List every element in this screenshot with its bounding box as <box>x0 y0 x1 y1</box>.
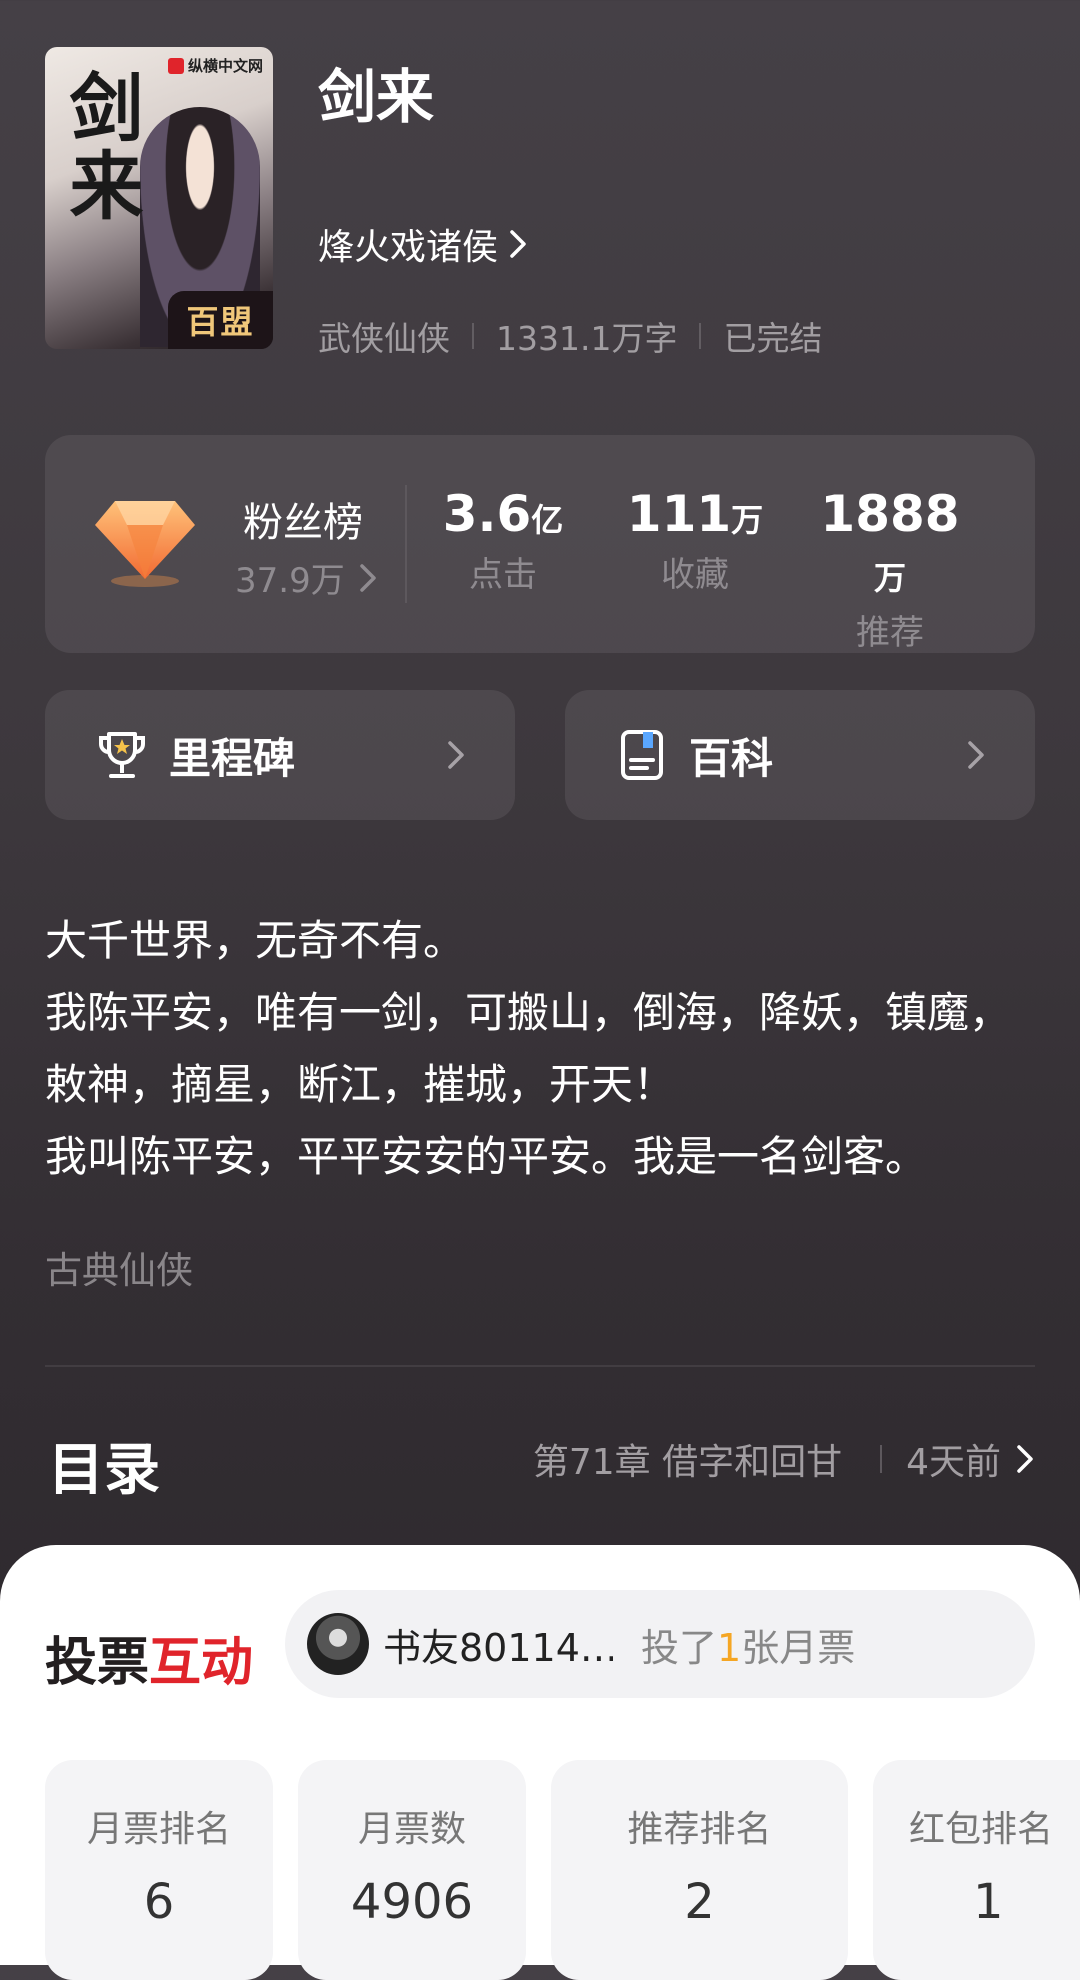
catalog-title[interactable]: 目录 <box>48 1425 160 1506</box>
stat-clicks: 3.6亿 点击 <box>418 485 588 596</box>
book-intro[interactable]: 大千世界，无奇不有。 我陈平安，唯有一剑，可搬山，倒海，降妖，镇魔，敕神，摘星，… <box>45 905 1035 1193</box>
chevron-right-icon <box>1017 1445 1033 1473</box>
brand-logo-icon <box>167 57 184 74</box>
intro-line: 我叫陈平安，平平安安的平安。我是一名剑客。 <box>45 1132 928 1181</box>
author-name: 烽火戏诸侯 <box>318 227 499 268</box>
chevron-right-icon <box>359 563 376 592</box>
chevron-right-icon <box>448 741 464 769</box>
trophy-icon <box>99 732 145 778</box>
divider <box>405 485 407 603</box>
book-meta: 武侠仙侠 1331.1万字 已完结 <box>318 312 822 360</box>
fans-rank-label[interactable]: 粉丝榜 <box>243 490 363 548</box>
author-link[interactable]: 烽火戏诸侯 <box>318 218 528 270</box>
chevron-right-icon <box>510 230 526 258</box>
stats-card: 粉丝榜 37.9万 3.6亿 点击 111万 收藏 1888万 推荐 <box>45 435 1035 653</box>
chevron-right-icon <box>968 741 984 769</box>
rank-card-recommend-rank[interactable]: 推荐排名 2 <box>551 1760 848 1980</box>
stat-label: 点击 <box>469 555 537 595</box>
rank-card-monthly-rank[interactable]: 月票排名 6 <box>45 1760 273 1980</box>
divider <box>472 323 474 349</box>
ticker-action: 投了1张月票 <box>641 1625 856 1670</box>
milestone-label: 里程碑 <box>169 733 296 783</box>
vote-sheet: 投票互动 书友80114… 投了1张月票 月票排名 6 月票数 4906 推荐排… <box>0 1545 1080 1980</box>
milestone-button[interactable]: 里程碑 <box>45 690 515 820</box>
latest-chapter: 第71章 借字和回甘 <box>532 1442 843 1483</box>
cover-brand: 纵横中文网 <box>167 55 263 76</box>
update-time: 4天前 <box>906 1442 1001 1483</box>
genre-tag[interactable]: 古典仙侠 <box>45 1240 193 1294</box>
rank-card-redpacket-rank[interactable]: 红包排名 1 <box>873 1760 1080 1980</box>
divider <box>45 1365 1035 1367</box>
book-category: 武侠仙侠 <box>318 319 450 358</box>
wiki-book-icon <box>621 730 663 780</box>
stat-favorites: 111万 收藏 <box>610 485 780 596</box>
cover-calligraphy: 剑来 <box>57 69 143 225</box>
stat-label: 收藏 <box>661 555 729 595</box>
catalog-latest-link[interactable]: 第71章 借字和回甘 4天前 <box>533 1433 1035 1485</box>
intro-line: 大千世界，无奇不有。 <box>45 916 466 965</box>
book-status: 已完结 <box>723 319 823 358</box>
cover-tag: 百盟 <box>168 291 273 349</box>
stat-recommend: 1888万 推荐 <box>805 485 975 654</box>
divider <box>880 1445 883 1473</box>
ticker-user: 书友80114… <box>383 1625 613 1670</box>
intro-line: 我陈平安，唯有一剑，可搬山，倒海，降妖，镇魔，敕神，摘星，断江，摧城，开天！ <box>45 988 1012 1109</box>
wiki-button[interactable]: 百科 <box>565 690 1035 820</box>
book-title: 剑来 <box>318 63 435 131</box>
wiki-label: 百科 <box>689 733 774 783</box>
book-word-count: 1331.1万字 <box>496 319 678 358</box>
book-cover[interactable]: 纵横中文网 剑来 百盟 <box>45 47 273 349</box>
divider <box>699 323 702 349</box>
vote-title: 投票互动 <box>45 1632 254 1693</box>
rank-card-monthly-votes[interactable]: 月票数 4906 <box>298 1760 526 1980</box>
stat-label: 推荐 <box>856 613 924 653</box>
vote-ticker[interactable]: 书友80114… 投了1张月票 <box>285 1590 1035 1698</box>
avatar <box>307 1613 369 1675</box>
fans-rank-count[interactable]: 37.9万 <box>235 553 377 602</box>
diamond-icon <box>95 501 195 587</box>
